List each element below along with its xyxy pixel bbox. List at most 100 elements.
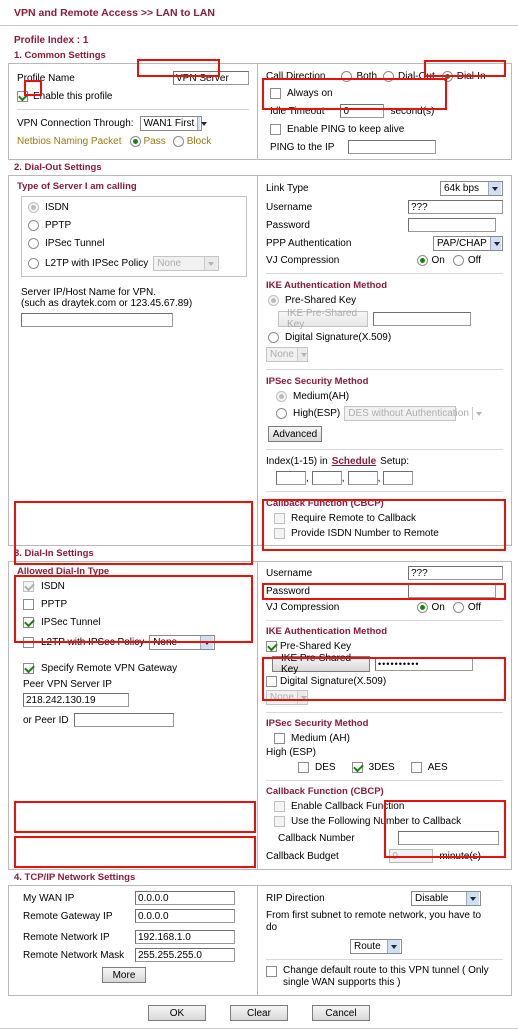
dialout-isdn-label: ISDN <box>45 202 69 213</box>
dialout-high-esp-radio[interactable] <box>276 408 287 419</box>
call-direction-both-label: Both <box>356 71 378 82</box>
netbios-pass-radio[interactable] <box>129 136 141 147</box>
require-remote-callback-label: Require Remote to Callback <box>291 513 417 524</box>
dialin-password-input[interactable] <box>408 584 496 598</box>
ping-ip-input[interactable] <box>348 140 437 154</box>
call-direction-dialout-label: Dial-Out <box>398 71 435 82</box>
advanced-button[interactable]: Advanced <box>268 426 322 442</box>
call-direction-both-radio[interactable] <box>341 71 353 82</box>
dialin-vj-off-radio[interactable] <box>452 602 464 613</box>
callback-number-input[interactable] <box>398 831 499 845</box>
link-type-select[interactable]: 64k bps <box>440 181 503 196</box>
schedule-input-4[interactable] <box>383 471 414 485</box>
schedule-setup-link[interactable]: Schedule <box>332 456 376 467</box>
remote-gateway-ip-input[interactable] <box>135 909 235 923</box>
dialout-cbcp-title: Callback Function (CBCP) <box>266 498 384 509</box>
dialin-ipsec-checkbox[interactable] <box>23 617 34 628</box>
schedule-input-1[interactable] <box>276 471 306 485</box>
dialin-isdn-checkbox[interactable] <box>23 581 34 592</box>
dialout-medium-ah-radio[interactable] <box>276 391 287 402</box>
enable-ping-checkbox[interactable] <box>270 124 281 135</box>
dialout-high-esp-select[interactable]: DES without Authentication <box>344 406 482 421</box>
dialin-isdn-label: ISDN <box>41 581 65 592</box>
dialout-l2tp-radio[interactable] <box>28 258 39 269</box>
dialin-psk-checkbox[interactable] <box>266 641 277 652</box>
ping-ip-label: PING to the IP <box>270 141 335 153</box>
change-default-route-checkbox[interactable] <box>266 966 277 977</box>
my-wan-ip-input[interactable] <box>135 891 235 905</box>
dialout-psk-input[interactable] <box>373 312 471 326</box>
dialin-vj-on-radio[interactable] <box>416 602 428 613</box>
call-direction-dialout-radio[interactable] <box>383 71 395 82</box>
always-on-checkbox[interactable] <box>270 88 281 99</box>
dialin-digital-sig-checkbox[interactable] <box>266 676 277 687</box>
netbios-block-radio[interactable] <box>172 136 184 147</box>
allowed-dialin-title: Allowed Dial-In Type <box>17 566 110 577</box>
specify-remote-gateway-checkbox[interactable] <box>23 663 34 674</box>
provide-isdn-number-checkbox[interactable] <box>274 528 285 539</box>
dialin-aes-label: AES <box>427 762 448 773</box>
footer-buttons: OK Clear Cancel <box>0 996 518 1028</box>
use-number-callback-checkbox[interactable] <box>274 816 285 827</box>
dialout-digital-sig-select[interactable]: None <box>266 347 308 362</box>
dialin-digital-sig-select[interactable]: None <box>266 690 308 705</box>
dialout-password-input[interactable] <box>408 218 496 232</box>
dialout-medium-ah-label: Medium(AH) <box>293 391 350 402</box>
ok-button[interactable]: OK <box>148 1005 206 1021</box>
dialin-psk-button[interactable]: IKE Pre-Shared Key <box>272 653 370 675</box>
dialin-medium-ah-label: Medium (AH) <box>291 733 350 744</box>
peer-id-input[interactable] <box>73 713 174 727</box>
route-select[interactable]: Route <box>350 939 402 954</box>
dialout-psk-radio[interactable] <box>268 295 279 306</box>
remote-network-ip-input[interactable] <box>135 930 235 944</box>
enable-profile-label: Enable this profile <box>33 91 113 102</box>
cancel-button[interactable]: Cancel <box>312 1005 370 1021</box>
dialout-vj-off-radio[interactable] <box>452 255 464 266</box>
schedule-input-2[interactable] <box>311 471 342 485</box>
dialout-l2tp-policy-select[interactable]: None <box>153 256 220 271</box>
dialin-l2tp-policy-select[interactable]: None <box>149 635 216 650</box>
dialin-pptp-checkbox[interactable] <box>23 599 34 610</box>
dialout-vj-on-radio[interactable] <box>416 255 428 266</box>
peer-vpn-server-ip-input[interactable] <box>23 693 129 707</box>
section-4-title: 4. TCP/IP Network Settings <box>14 872 136 883</box>
chevron-down-icon <box>197 117 209 130</box>
require-remote-callback-checkbox[interactable] <box>274 513 285 524</box>
enable-callback-checkbox[interactable] <box>274 801 285 812</box>
dialout-digital-sig-radio[interactable] <box>268 332 279 343</box>
remote-network-mask-input[interactable] <box>135 948 235 962</box>
call-direction-dialin-radio[interactable] <box>441 71 453 82</box>
enable-profile-checkbox[interactable] <box>17 91 28 102</box>
dialin-l2tp-checkbox[interactable] <box>23 637 34 648</box>
dialin-username-input[interactable] <box>408 566 503 580</box>
dialout-psk-button[interactable]: IKE Pre-Shared Key <box>278 308 368 330</box>
dialin-3des-label: 3DES <box>368 762 395 773</box>
dialin-password-label: Password <box>266 585 310 597</box>
dialin-psk-input[interactable]: •••••••••• <box>375 657 473 671</box>
rip-direction-label: RIP Direction <box>266 893 325 904</box>
dialout-isdn-radio[interactable] <box>28 202 39 213</box>
vpn-connection-select[interactable]: WAN1 First <box>139 116 209 131</box>
dialin-des-checkbox[interactable] <box>298 762 309 773</box>
callback-budget-input[interactable] <box>389 849 434 863</box>
dialout-pptp-radio[interactable] <box>28 220 39 231</box>
my-wan-ip-label: My WAN IP <box>23 892 75 904</box>
profile-name-input[interactable] <box>173 71 249 85</box>
dialin-username-label: Username <box>266 567 313 579</box>
dialin-3des-checkbox[interactable] <box>351 762 363 773</box>
rip-direction-select[interactable]: Disable <box>411 891 481 906</box>
dialout-username-input[interactable] <box>408 200 503 214</box>
dialout-vj-on-label: On <box>431 255 445 266</box>
dialout-ipsec-radio[interactable] <box>28 238 39 249</box>
more-button[interactable]: More <box>102 967 146 983</box>
dialin-aes-checkbox[interactable] <box>410 762 422 773</box>
dialin-ipsec-title: IPSec Security Method <box>266 718 369 729</box>
netbios-block-label: Block <box>186 136 212 147</box>
ppp-auth-select[interactable]: PAP/CHAP <box>433 236 503 251</box>
idle-timeout-input[interactable] <box>340 104 385 118</box>
clear-button[interactable]: Clear <box>230 1005 288 1021</box>
schedule-input-3[interactable] <box>347 471 378 485</box>
server-ip-host-input[interactable] <box>21 313 173 327</box>
dialin-medium-ah-checkbox[interactable] <box>274 733 285 744</box>
chevron-down-icon <box>200 636 214 649</box>
